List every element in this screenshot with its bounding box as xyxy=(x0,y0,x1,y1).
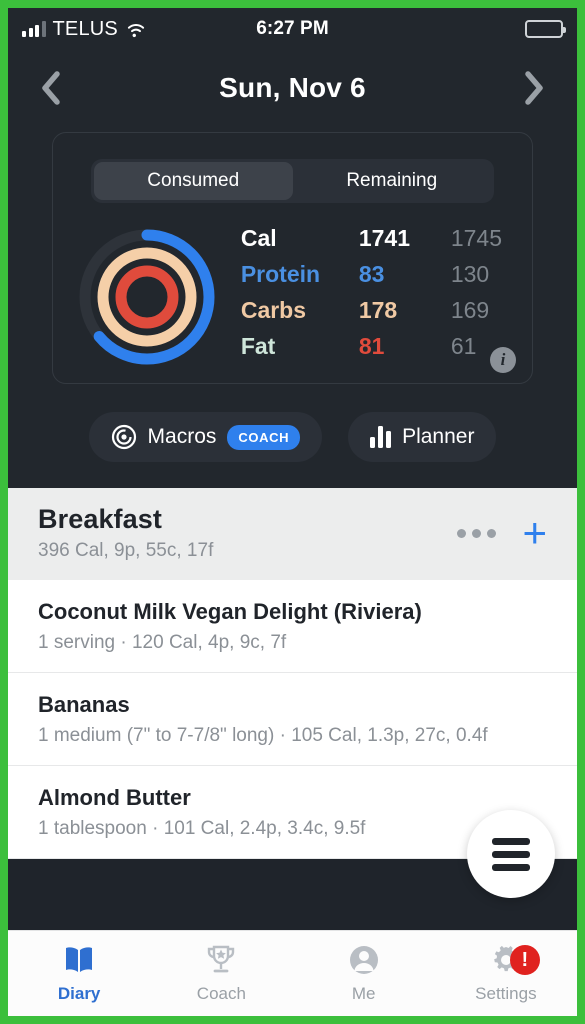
macro-rings-icon xyxy=(79,229,215,365)
more-options-icon[interactable] xyxy=(457,528,497,538)
food-name: Almond Butter xyxy=(38,785,191,810)
tab-label-coach: Coach xyxy=(196,984,246,1003)
add-food-button[interactable]: + xyxy=(522,512,547,554)
trophy-icon xyxy=(208,945,235,973)
diary-book-icon xyxy=(66,947,93,972)
tab-label-me: Me xyxy=(351,984,376,1003)
page-title: Sun, Nov 6 xyxy=(219,72,366,103)
meal-header-breakfast: Breakfast 396 Cal, 9p, 55c, 17f + xyxy=(8,488,577,580)
food-name: Bananas xyxy=(38,692,130,717)
table-row: Cal 1741 1745 xyxy=(241,225,502,261)
table-row: Carbs 178 169 xyxy=(241,297,502,333)
list-item[interactable]: Coconut Milk Vegan Delight (Riviera) 1 s… xyxy=(8,580,577,673)
tab-remaining[interactable]: Remaining xyxy=(293,162,492,200)
previous-day-button[interactable] xyxy=(34,71,68,105)
food-detail: 1 serving · 120 Cal, 4p, 9c, 7f xyxy=(38,632,287,653)
macro-label-cal: Cal xyxy=(240,225,277,251)
menu-fab[interactable] xyxy=(467,810,555,898)
food-detail: 1 medium (7" to 7-7/8" long) · 105 Cal, … xyxy=(38,725,488,746)
table-row: Protein 83 130 xyxy=(241,261,502,297)
macro-spiral-icon xyxy=(111,424,136,450)
chevron-left-icon xyxy=(42,71,60,105)
nutrition-panel: Consumed Remaining Cal 1741 1745 Protein… xyxy=(8,126,577,488)
bar-chart-icon xyxy=(370,426,392,448)
macro-value-fat: 81 xyxy=(358,333,385,359)
coach-badge: COACH xyxy=(227,424,301,450)
meal-actions: + xyxy=(457,512,547,554)
macro-rings-chart xyxy=(53,227,241,367)
nutrition-summary-card: Consumed Remaining Cal 1741 1745 Protein… xyxy=(52,132,533,384)
macros-label: Macros xyxy=(147,425,217,448)
macro-goal-protein: 130 xyxy=(450,261,490,287)
signal-bars-icon xyxy=(22,21,46,37)
status-bar-right xyxy=(329,20,567,38)
bottom-tab-bar: Diary Coach Me ! Settings xyxy=(8,930,577,1016)
meal-titles: Breakfast 396 Cal, 9p, 55c, 17f xyxy=(38,504,457,562)
macro-label-fat: Fat xyxy=(240,333,276,359)
tab-coach[interactable]: Coach xyxy=(150,931,292,1016)
macro-values-table: Cal 1741 1745 Protein 83 130 Carbs 178 1… xyxy=(241,225,532,369)
tab-settings[interactable]: ! Settings xyxy=(435,931,577,1016)
macro-value-carbs: 178 xyxy=(358,297,398,323)
macro-goal-cal: 1745 xyxy=(450,225,502,251)
food-name: Coconut Milk Vegan Delight (Riviera) xyxy=(38,599,422,624)
table-row: Fat 81 61 xyxy=(241,333,502,369)
info-icon[interactable]: i xyxy=(490,347,516,373)
macro-goal-fat: 61 xyxy=(450,333,477,359)
tab-me[interactable]: Me xyxy=(293,931,435,1016)
tab-label-settings: Settings xyxy=(475,984,537,1003)
meal-name: Breakfast xyxy=(38,504,162,534)
chevron-right-icon xyxy=(525,71,543,105)
person-icon xyxy=(349,946,378,974)
planner-label: Planner xyxy=(402,425,475,448)
macro-overview: Cal 1741 1745 Protein 83 130 Carbs 178 1… xyxy=(53,211,532,369)
tab-diary[interactable]: Diary xyxy=(8,931,150,1016)
status-bar: TELUS 6:27 PM xyxy=(8,8,577,50)
macros-button[interactable]: Macros COACH xyxy=(88,412,323,462)
quick-actions-row: Macros COACH Planner xyxy=(8,412,577,462)
consumed-remaining-toggle: Consumed Remaining xyxy=(91,159,494,203)
planner-button[interactable]: Planner xyxy=(348,412,497,462)
tab-label-diary: Diary xyxy=(57,984,101,1003)
carrier-label: TELUS xyxy=(52,17,118,40)
meal-summary: 396 Cal, 9p, 55c, 17f xyxy=(38,540,214,561)
macro-value-protein: 83 xyxy=(358,261,385,287)
wifi-icon xyxy=(127,23,145,37)
tab-consumed[interactable]: Consumed xyxy=(94,162,293,200)
battery-icon xyxy=(525,20,567,38)
list-item[interactable]: Bananas 1 medium (7" to 7-7/8" long) · 1… xyxy=(8,673,577,766)
date-navigation: Sun, Nov 6 xyxy=(8,50,577,126)
status-badge: ! xyxy=(509,945,540,975)
macro-label-carbs: Carbs xyxy=(240,297,307,323)
macro-value-cal: 1741 xyxy=(358,225,410,251)
clock-label: 6:27 PM xyxy=(256,18,329,39)
next-day-button[interactable] xyxy=(517,71,551,105)
phone-frame: TELUS 6:27 PM Sun, Nov 6 Consumed Remain… xyxy=(0,0,585,1024)
macro-goal-carbs: 169 xyxy=(450,297,490,323)
hamburger-menu-icon xyxy=(492,837,530,871)
macro-label-protein: Protein xyxy=(240,261,321,287)
status-bar-left: TELUS xyxy=(22,18,256,41)
